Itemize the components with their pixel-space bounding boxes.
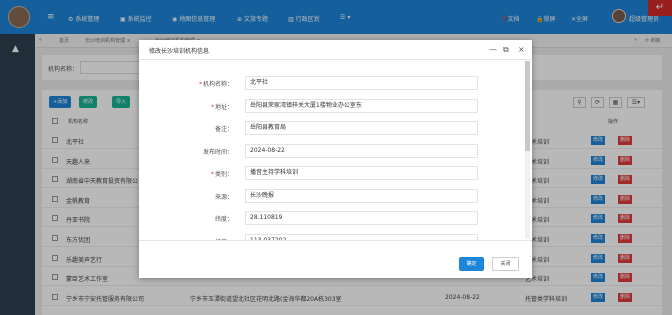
form-input[interactable]: 岳阳县荣家湾镇梓关大厦1楼物业办公室东 xyxy=(245,99,478,113)
modal-header: 修改长沙培训机构信息 — ⧉ × xyxy=(139,40,532,60)
modal-footer: 确定 关闭 xyxy=(139,240,532,278)
required-marker: * xyxy=(210,104,214,111)
form-input[interactable]: 28.110819 xyxy=(245,211,478,225)
modal-scrollbar[interactable] xyxy=(525,61,530,239)
close-icon[interactable]: × xyxy=(518,45,525,54)
form-input[interactable]: 长沙晚报 xyxy=(245,189,478,203)
field-label: *类别： xyxy=(139,169,233,178)
form-input[interactable]: 岳阳县教育局 xyxy=(245,121,478,135)
field-label-text: 发布时间： xyxy=(202,149,233,156)
form-input[interactable]: 北平社 xyxy=(245,76,478,90)
modal-form: *机构名称： 北平社 *地址： 岳阳县荣家湾镇梓关大厦1楼物业办公室东 备注： 岳阳县教育… xyxy=(139,60,532,240)
field-label: 备注： xyxy=(139,124,233,133)
scrollbar-thumb[interactable] xyxy=(525,61,530,151)
required-marker: * xyxy=(210,171,214,178)
field-label: 纬度： xyxy=(139,214,233,223)
field-label-text: 纬度： xyxy=(214,216,233,223)
field-label: *机构名称： xyxy=(139,79,233,88)
field-label-text: 地址： xyxy=(214,104,233,111)
field-label-text: 类别： xyxy=(214,171,233,178)
field-label: 发布时间： xyxy=(139,147,233,156)
edit-institution-modal: 修改长沙培训机构信息 — ⧉ × *机构名称： 北平社 *地址： 岳阳县荣家湾镇梓关大… xyxy=(139,40,532,278)
close-button[interactable]: 关闭 xyxy=(492,257,519,271)
field-label-text: 机构名称： xyxy=(202,81,233,88)
field-label: 来源： xyxy=(139,192,233,201)
confirm-button[interactable]: 确定 xyxy=(459,257,484,271)
field-label-text: 备注： xyxy=(214,126,233,133)
minimize-icon[interactable]: — xyxy=(489,45,497,54)
maximize-icon[interactable]: ⧉ xyxy=(503,45,509,55)
form-input[interactable]: 播音主持学科培训 xyxy=(245,166,478,180)
field-label-text: 来源： xyxy=(214,194,233,201)
form-input[interactable]: 2024-08-22 xyxy=(245,144,478,158)
modal-title: 修改长沙培训机构信息 xyxy=(149,48,210,55)
field-label: *地址： xyxy=(139,102,233,111)
required-marker: * xyxy=(198,81,202,88)
